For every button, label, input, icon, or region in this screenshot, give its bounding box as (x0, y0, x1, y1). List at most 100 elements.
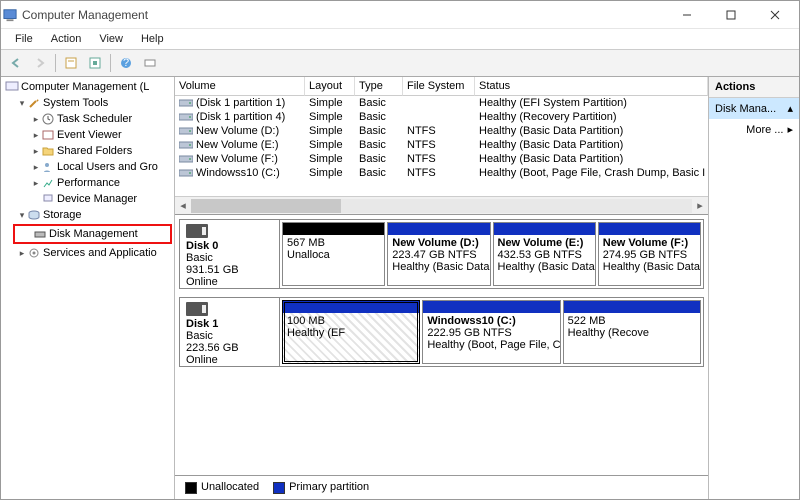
table-row[interactable]: (Disk 1 partition 4)SimpleBasicHealthy (… (175, 110, 708, 124)
minimize-button[interactable] (665, 1, 709, 29)
chevron-right-icon: ▸ (31, 130, 41, 141)
highlighted-item: Disk Management (13, 224, 172, 244)
actions-pane: Actions Disk Mana...▴ More ...▸ (709, 77, 799, 499)
chevron-down-icon: ▾ (17, 98, 27, 109)
chevron-right-icon: ▸ (31, 162, 41, 173)
disk-map: Disk 0Basic931.51 GBOnline567 MBUnalloca… (175, 215, 708, 475)
partition[interactable]: New Volume (F:)274.95 GB NTFSHealthy (Ba… (598, 222, 701, 286)
table-row[interactable]: New Volume (E:)SimpleBasicNTFSHealthy (B… (175, 138, 708, 152)
table-row[interactable]: New Volume (F:)SimpleBasicNTFSHealthy (B… (175, 152, 708, 166)
chevron-right-icon: ▸ (31, 178, 41, 189)
chevron-right-icon: ▸ (31, 146, 41, 157)
scroll-left-icon[interactable]: ◂ (175, 199, 191, 212)
tree-storage[interactable]: ▾Storage (1, 207, 174, 223)
chevron-right-icon: ▸ (787, 123, 793, 136)
drive-icon (179, 154, 193, 164)
menu-view[interactable]: View (91, 31, 131, 47)
drive-icon (179, 140, 193, 150)
back-button[interactable] (5, 52, 27, 74)
legend-primary: Primary partition (273, 481, 369, 493)
clock-icon (41, 112, 55, 126)
maximize-button[interactable] (709, 1, 753, 29)
window-controls (665, 1, 797, 29)
tree-device-manager[interactable]: Device Manager (1, 191, 174, 207)
tree-services[interactable]: ▸Services and Applicatio (1, 245, 174, 261)
legend: Unallocated Primary partition (175, 475, 708, 499)
computer-icon (5, 80, 19, 94)
actions-more[interactable]: More ...▸ (709, 119, 799, 140)
toolbar-separator (110, 54, 111, 72)
disk-block: Disk 0Basic931.51 GBOnline567 MBUnalloca… (179, 219, 704, 289)
window-title: Computer Management (22, 8, 665, 22)
center-pane: Volume Layout Type File System Status (D… (175, 77, 709, 499)
tree-disk-management[interactable]: Disk Management (15, 226, 170, 242)
properties-button[interactable] (60, 52, 82, 74)
menubar: File Action View Help (1, 29, 799, 49)
tree-performance[interactable]: ▸Performance (1, 175, 174, 191)
help-button[interactable]: ? (115, 52, 137, 74)
tree-system-tools[interactable]: ▾System Tools (1, 95, 174, 111)
scroll-thumb[interactable] (191, 199, 341, 213)
scroll-right-icon[interactable]: ▸ (692, 199, 708, 212)
device-icon (41, 192, 55, 206)
toolbar-separator (55, 54, 56, 72)
app-icon (3, 8, 17, 22)
menu-help[interactable]: Help (133, 31, 172, 47)
disk-label[interactable]: Disk 0Basic931.51 GBOnline (180, 220, 280, 288)
disk-icon (186, 302, 208, 316)
forward-button[interactable] (29, 52, 51, 74)
storage-icon (27, 208, 41, 222)
tree-local-users[interactable]: ▸Local Users and Gro (1, 159, 174, 175)
tree-shared-folders[interactable]: ▸Shared Folders (1, 143, 174, 159)
tree-task-scheduler[interactable]: ▸Task Scheduler (1, 111, 174, 127)
svg-text:?: ? (123, 57, 129, 69)
titlebar: Computer Management (1, 1, 799, 29)
folder-icon (41, 144, 55, 158)
tools-icon (27, 96, 41, 110)
col-layout[interactable]: Layout (305, 77, 355, 96)
actions-header: Actions (709, 77, 799, 98)
drive-icon (179, 98, 193, 108)
drive-icon (179, 126, 193, 136)
users-icon (41, 160, 55, 174)
menu-file[interactable]: File (7, 31, 41, 47)
extra-button[interactable] (139, 52, 161, 74)
volume-table: Volume Layout Type File System Status (D… (175, 77, 708, 215)
performance-icon (41, 176, 55, 190)
col-filesystem[interactable]: File System (403, 77, 475, 96)
events-icon (41, 128, 55, 142)
tree-root[interactable]: Computer Management (L (1, 79, 174, 95)
actions-selected[interactable]: Disk Mana...▴ (709, 98, 799, 119)
table-row[interactable]: New Volume (D:)SimpleBasicNTFSHealthy (B… (175, 124, 708, 138)
table-row[interactable]: (Disk 1 partition 1)SimpleBasicHealthy (… (175, 96, 708, 110)
partition[interactable]: 567 MBUnalloca (282, 222, 385, 286)
partition[interactable]: New Volume (D:)223.47 GB NTFSHealthy (Ba… (387, 222, 490, 286)
refresh-button[interactable] (84, 52, 106, 74)
tree-event-viewer[interactable]: ▸Event Viewer (1, 127, 174, 143)
toolbar: ? (1, 49, 799, 77)
services-icon (27, 246, 41, 260)
table-row[interactable]: Windowss10 (C:)SimpleBasicNTFSHealthy (B… (175, 166, 708, 180)
scroll-track[interactable] (191, 199, 692, 213)
partition[interactable]: Windowss10 (C:)222.95 GB NTFSHealthy (Bo… (422, 300, 560, 364)
legend-unallocated: Unallocated (185, 481, 259, 493)
disk-icon (33, 227, 47, 241)
partition[interactable]: 100 MBHealthy (EF (282, 300, 420, 364)
navigation-tree[interactable]: Computer Management (L ▾System Tools ▸Ta… (1, 77, 175, 499)
horizontal-scrollbar[interactable]: ◂ ▸ (175, 196, 708, 214)
partition[interactable]: New Volume (E:)432.53 GB NTFSHealthy (Ba… (493, 222, 596, 286)
chevron-down-icon: ▾ (17, 210, 27, 221)
volume-table-header[interactable]: Volume Layout Type File System Status (175, 77, 708, 96)
chevron-right-icon: ▸ (31, 114, 41, 125)
disk-label[interactable]: Disk 1Basic223.56 GBOnline (180, 298, 280, 366)
partition[interactable]: 522 MBHealthy (Recove (563, 300, 701, 364)
col-status[interactable]: Status (475, 77, 708, 96)
col-type[interactable]: Type (355, 77, 403, 96)
close-button[interactable] (753, 1, 797, 29)
col-volume[interactable]: Volume (175, 77, 305, 96)
menu-action[interactable]: Action (43, 31, 90, 47)
disk-block: Disk 1Basic223.56 GBOnline100 MBHealthy … (179, 297, 704, 367)
drive-icon (179, 112, 193, 122)
chevron-up-icon: ▴ (787, 102, 793, 115)
disk-icon (186, 224, 208, 238)
